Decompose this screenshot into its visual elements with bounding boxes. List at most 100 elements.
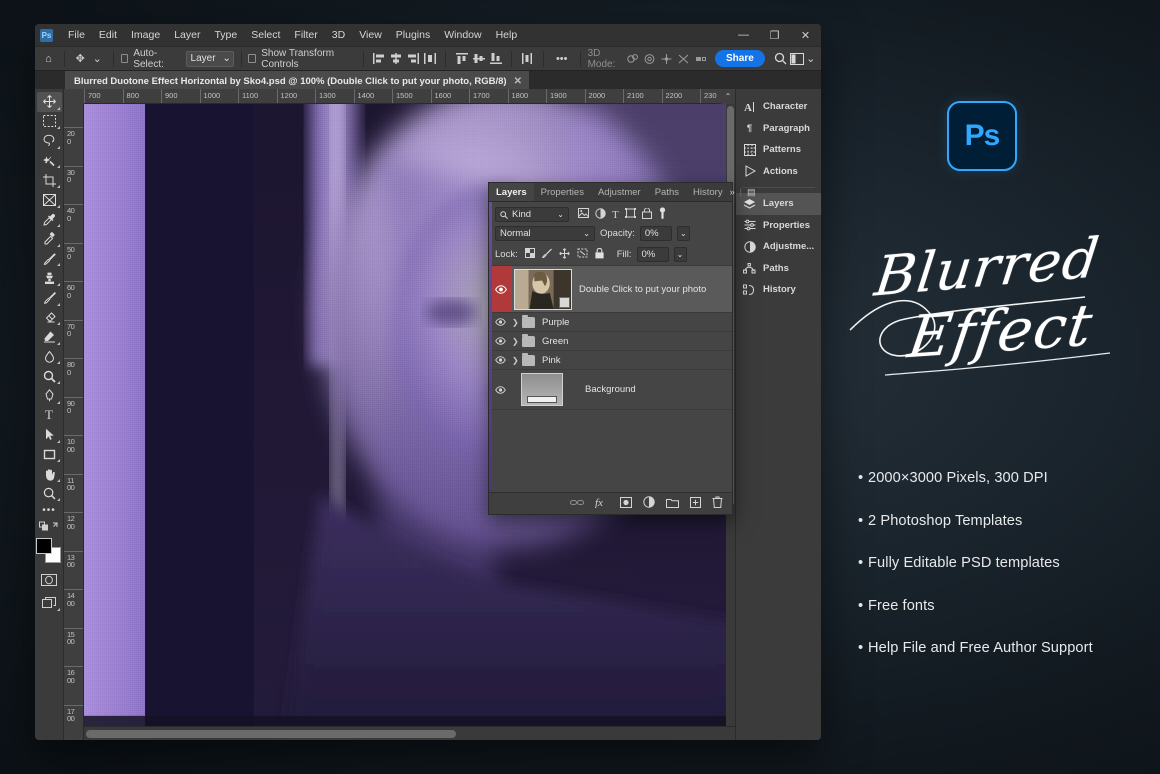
edit-toolbar-icon[interactable]: ••• [37, 503, 62, 518]
home-icon[interactable]: ⌂ [40, 49, 57, 68]
tab-adjustments[interactable]: Adjustmer [591, 183, 648, 201]
clone-stamp-tool[interactable] [37, 268, 62, 288]
new-adjustment-layer-icon[interactable] [643, 496, 655, 511]
layer-name[interactable]: Double Click to put your photo [579, 284, 706, 295]
table-row[interactable]: Double Click to put your photo [489, 266, 732, 313]
tab-layers[interactable]: Layers [489, 183, 534, 201]
workspace-icon[interactable] [789, 49, 806, 68]
zoom-tool[interactable] [37, 484, 62, 504]
quick-mask-icon[interactable] [37, 570, 62, 590]
adjustment-filter-icon[interactable] [595, 208, 606, 222]
pan-3d-icon[interactable] [658, 49, 675, 68]
table-row[interactable]: Background [489, 370, 732, 410]
type-filter-icon[interactable]: T [612, 209, 619, 221]
table-row[interactable]: ❯ Green [489, 332, 732, 351]
minimize-button[interactable]: — [728, 24, 759, 46]
menu-type[interactable]: Type [207, 24, 244, 46]
layer-kind-filter-dropdown[interactable]: Kind ⌄ [495, 207, 569, 222]
move-tool[interactable] [37, 92, 62, 112]
link-layers-icon[interactable] [570, 498, 584, 510]
lock-position-icon[interactable] [559, 248, 570, 262]
vertical-ruler[interactable]: 2003004005006007008009001000110012001300… [64, 104, 84, 740]
dock-item-history[interactable]: History [736, 279, 821, 301]
close-button[interactable]: ✕ [790, 24, 821, 46]
dock-item-properties[interactable]: Properties [736, 215, 821, 237]
eraser-tool[interactable] [37, 308, 62, 328]
layer-visibility-toggle[interactable] [489, 332, 512, 350]
dock-item-actions[interactable]: Actions [736, 161, 821, 183]
dock-item-paths[interactable]: Paths [736, 258, 821, 280]
align-center-horizontal-icon[interactable] [388, 49, 405, 68]
orbit-3d-icon[interactable] [624, 49, 641, 68]
layer-thumbnail[interactable] [521, 373, 563, 406]
align-middle-vertical-icon[interactable] [470, 49, 487, 68]
lock-image-pixels-icon[interactable] [542, 248, 552, 261]
share-button[interactable]: Share [715, 50, 765, 67]
tab-history[interactable]: History [686, 183, 730, 201]
new-layer-icon[interactable] [690, 497, 701, 511]
delete-layer-icon[interactable] [712, 496, 723, 511]
canvas-horizontal-scrollbar[interactable] [84, 726, 735, 740]
close-icon[interactable]: ✕ [514, 76, 522, 87]
spot-healing-brush-tool[interactable] [37, 229, 62, 249]
scale-3d-icon[interactable] [692, 49, 709, 68]
smart-object-filter-icon[interactable] [642, 208, 652, 222]
blend-mode-dropdown[interactable]: Normal ⌄ [495, 226, 595, 241]
filter-toggle-icon[interactable] [658, 207, 667, 223]
menu-select[interactable]: Select [244, 24, 287, 46]
slide-3d-icon[interactable] [675, 49, 692, 68]
group-expand-chevron-icon[interactable]: ❯ [512, 318, 522, 327]
layer-style-fx-icon[interactable]: fx [595, 496, 609, 511]
menu-3d[interactable]: 3D [325, 24, 352, 46]
maximize-button[interactable]: ❐ [759, 24, 790, 46]
scrollbar-thumb[interactable] [86, 730, 456, 738]
search-icon[interactable] [772, 49, 789, 68]
menu-image[interactable]: Image [124, 24, 167, 46]
horizontal-ruler[interactable]: 7008009001000110012001300140015001600170… [84, 89, 735, 104]
menu-edit[interactable]: Edit [92, 24, 124, 46]
align-left-icon[interactable] [371, 49, 388, 68]
overflow-icon[interactable]: » [730, 187, 735, 197]
distribute-vertical-icon[interactable] [519, 49, 536, 68]
menu-plugins[interactable]: Plugins [389, 24, 437, 46]
layer-visibility-toggle[interactable] [489, 313, 512, 331]
foreground-color-swatch[interactable] [36, 538, 52, 554]
hand-tool[interactable] [37, 464, 62, 484]
pen-tool[interactable] [37, 386, 62, 406]
crop-tool[interactable] [37, 170, 62, 190]
more-options-icon[interactable]: ••• [551, 49, 573, 68]
menu-help[interactable]: Help [489, 24, 525, 46]
dock-item-adjustments[interactable]: Adjustme... [736, 236, 821, 258]
object-selection-tool[interactable] [37, 151, 62, 171]
layer-name[interactable]: Purple [542, 317, 569, 328]
default-colors-icon[interactable] [37, 518, 62, 534]
layer-visibility-toggle[interactable] [489, 351, 512, 369]
blur-tool[interactable] [37, 347, 62, 367]
show-transform-controls-option[interactable]: Show Transform Controls [248, 49, 355, 68]
document-tab[interactable]: Blurred Duotone Effect Horizontal by Sko… [65, 71, 529, 89]
dodge-tool[interactable] [37, 366, 62, 386]
ruler-collapse-icon[interactable]: ⌃ [721, 89, 735, 104]
path-selection-tool[interactable] [37, 425, 62, 445]
lock-all-icon[interactable] [595, 248, 604, 262]
menu-window[interactable]: Window [437, 24, 488, 46]
tool-preset-chevron-down-icon[interactable]: ⌄ [89, 49, 106, 68]
opacity-chevron-down-icon[interactable]: ⌄ [677, 226, 690, 241]
tab-properties[interactable]: Properties [534, 183, 591, 201]
group-expand-chevron-icon[interactable]: ❯ [512, 337, 522, 346]
color-swatches[interactable] [36, 538, 62, 564]
opacity-input[interactable]: 0% [640, 226, 672, 241]
dock-item-patterns[interactable]: Patterns [736, 139, 821, 161]
auto-select-checkbox[interactable] [121, 54, 129, 63]
layer-thumbnail[interactable] [514, 269, 572, 310]
panel-menu-icon[interactable]: ▤ [747, 187, 756, 198]
show-transform-checkbox[interactable] [248, 54, 256, 63]
workspace-chevron-down-icon[interactable]: ⌄ [806, 49, 816, 68]
lasso-tool[interactable] [37, 131, 62, 151]
layer-name[interactable]: Green [542, 336, 568, 347]
align-right-icon[interactable] [405, 49, 422, 68]
group-expand-chevron-icon[interactable]: ❯ [512, 356, 522, 365]
lock-transparent-pixels-icon[interactable] [525, 248, 535, 261]
new-group-icon[interactable] [666, 497, 679, 511]
layer-visibility-toggle[interactable] [489, 266, 512, 312]
